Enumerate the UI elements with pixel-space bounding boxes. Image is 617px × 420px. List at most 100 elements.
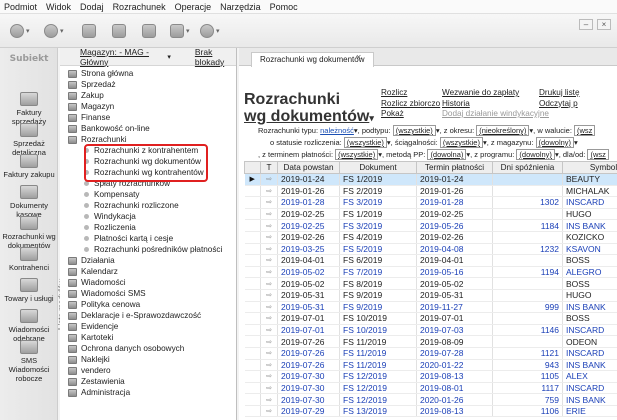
blokady-link[interactable]: Brak blokady [195, 47, 236, 67]
action-link[interactable]: Drukuj listę [539, 88, 580, 99]
table-row[interactable]: ⇨ 2019-07-30 FS 12/2019 2020-01-26 759 INS BA… [244, 393, 617, 406]
close-icon[interactable]: × [597, 19, 611, 30]
tree-item[interactable]: Polityka cenowa [68, 299, 236, 310]
table-row[interactable]: ⇨ 2019-05-31 FS 9/2019 2019-11-27 999 INS BAN… [244, 301, 617, 314]
tree-subitem[interactable]: Płatności kartą i cesje [68, 233, 236, 244]
magazyn-selector[interactable]: Magazyn: - MAG - Główny [80, 47, 163, 67]
module-button[interactable]: Towary i usługi [0, 278, 58, 303]
payment-icon[interactable] [82, 23, 96, 39]
menu-item[interactable]: Widok [46, 2, 71, 12]
filter-typ[interactable]: należność [320, 126, 354, 135]
column-header[interactable]: T [260, 161, 278, 174]
calendar-icon[interactable] [142, 23, 156, 39]
module-button[interactable]: Faktury zakupu [0, 154, 58, 179]
column-header[interactable]: Dni spóźnienia [492, 161, 563, 174]
filter-termin[interactable]: (wszystkie) [335, 149, 379, 160]
menu-item[interactable]: Operacje [175, 2, 212, 12]
column-header[interactable]: Dokument [339, 161, 417, 174]
tree-subitem[interactable]: Kompensaty [68, 189, 236, 200]
tree-item[interactable]: Wiadomości SMS [68, 288, 236, 299]
menu-item[interactable]: Dodaj [80, 2, 104, 12]
tree-item[interactable]: Wiadomości [68, 277, 236, 288]
tree-item[interactable]: Bankowość on-line [68, 123, 236, 134]
table-row[interactable]: ⇨ 2019-07-26 FS 11/2019 2019-07-28 1121 INSCA… [244, 347, 617, 360]
column-header[interactable]: Termin płatności [416, 161, 493, 174]
table-row[interactable]: ⇨ 2019-07-01 FS 10/2019 2019-07-03 1146 INSCA… [244, 324, 617, 337]
filter-metoda[interactable]: (dowolna) [427, 149, 467, 160]
column-header[interactable] [244, 161, 261, 174]
module-button[interactable]: Faktury sprzedaży [0, 92, 58, 126]
table-row[interactable]: ⇨ 2019-07-26 FS 11/2019 2020-01-22 943 INS BA… [244, 359, 617, 372]
table-row[interactable]: ⇨ 2019-04-01 FS 6/2019 2019-04-01 BOSS [244, 254, 617, 267]
table-row[interactable]: ⇨ 2019-07-26 FS 11/2019 2019-08-09 ODEON [244, 335, 617, 348]
filter-status[interactable]: (wszystkie) [343, 137, 387, 148]
tree-subitem[interactable]: Rozliczenia [68, 222, 236, 233]
table-row[interactable]: ▶ ⇨ 2019-01-24 FS 1/2019 2019-01-24 BEAUTY [244, 173, 617, 186]
tree-item[interactable]: Finanse [68, 112, 236, 123]
tree-item[interactable]: Administracja [68, 387, 236, 398]
table-row[interactable]: ⇨ 2019-05-02 FS 8/2019 2019-05-02 BOSS [244, 277, 617, 290]
filter-podtyp[interactable]: (wszystkie) [392, 125, 436, 136]
table-row[interactable]: ⇨ 2019-01-28 FS 3/2019 2019-01-28 1302 INSCAR… [244, 196, 617, 209]
menu-item[interactable]: Podmiot [4, 2, 37, 12]
close-tab-icon[interactable]: × [356, 52, 361, 62]
menu-item[interactable]: Pomoc [270, 2, 298, 12]
tree-item[interactable]: Sprzedaż [68, 79, 236, 90]
action-link[interactable]: Dodaj działanie windykacyjne [442, 109, 549, 120]
action-link[interactable]: Historia [442, 99, 549, 110]
minimize-icon[interactable]: – [579, 19, 593, 30]
filter-program[interactable]: (dowolny) [516, 149, 555, 160]
table-row[interactable]: ⇨ 2019-03-25 FS 5/2019 2019-04-08 1232 KSAVON [244, 243, 617, 256]
print-icon[interactable]: ▾ [170, 23, 190, 39]
tree-item[interactable]: Kartoteki [68, 332, 236, 343]
module-button[interactable]: Wiadomości odebrane [0, 309, 58, 343]
tree-item[interactable]: Ochrona danych osobowych [68, 343, 236, 354]
search-icon[interactable]: ▾ [200, 23, 220, 39]
column-header[interactable]: Data powstan [277, 161, 340, 174]
tree-item[interactable]: Naklejki [68, 354, 236, 365]
tree-item[interactable]: Działania [68, 255, 236, 266]
filter-okres[interactable]: (nieokreślony) [476, 125, 530, 136]
action-link[interactable]: Wezwanie do zapłaty [442, 88, 549, 99]
tree-subitem[interactable]: Rozrachunki rozliczone [68, 200, 236, 211]
action-link[interactable]: Rozlicz [381, 88, 440, 99]
tree-item[interactable]: vendero [68, 365, 236, 376]
filter-dla-od[interactable]: (wsz [587, 149, 609, 160]
filter-sciagalnosc[interactable]: (wszystkie) [439, 137, 483, 148]
module-button[interactable]: Kontrahenci [0, 247, 58, 272]
tree-item[interactable]: Deklaracje i e-Sprawozdawczość [68, 310, 236, 321]
new-document-icon[interactable]: ▾ [10, 23, 30, 39]
module-button[interactable]: Dokumenty kasowe [0, 185, 58, 219]
table-row[interactable]: ⇨ 2019-05-02 FS 7/2019 2019-05-16 1194 ALEGRO [244, 266, 617, 279]
filter-waluta[interactable]: (wsz [574, 125, 596, 136]
filter-magazyn[interactable]: (dowolny) [535, 137, 575, 148]
tree-subitem[interactable]: Windykacja [68, 211, 236, 222]
module-button[interactable]: Sprzedaż detaliczna [0, 123, 58, 157]
table-row[interactable]: ⇨ 2019-02-26 FS 4/2019 2019-02-26 KOZICKO [244, 231, 617, 244]
column-header[interactable]: Symbol [562, 161, 617, 174]
table-row[interactable]: ⇨ 2019-02-25 FS 3/2019 2019-05-26 1184 INS BA… [244, 219, 617, 232]
menu-item[interactable]: Rozrachunek [113, 2, 166, 12]
title-line-2[interactable]: wg dokumentów [244, 108, 369, 125]
action-link[interactable]: Pokaż [381, 109, 440, 120]
tree-subitem[interactable]: Rozrachunki pośredników płatności [68, 244, 236, 255]
tree-item[interactable]: Ewidencje [68, 321, 236, 332]
action-link[interactable]: Odczytaj p [539, 99, 580, 110]
table-row[interactable]: ⇨ 2019-02-25 FS 1/2019 2019-02-25 HUGO [244, 208, 617, 221]
cash-icon[interactable] [112, 23, 126, 39]
table-row[interactable]: ⇨ 2019-07-30 FS 12/2019 2019-08-01 1117 INSCA… [244, 382, 617, 395]
tree-item[interactable]: Strona główna [68, 68, 236, 79]
open-folder-icon[interactable]: ▾ [44, 23, 64, 39]
module-button[interactable]: Rozrachunki wg dokumentów [0, 216, 58, 250]
tree-item[interactable]: Zakup [68, 90, 236, 101]
table-row[interactable]: ⇨ 2019-05-31 FS 9/2019 2019-05-31 HUGO [244, 289, 617, 302]
tree-item[interactable]: Zestawienia [68, 376, 236, 387]
table-row[interactable]: ⇨ 2019-07-29 FS 13/2019 2019-08-13 1106 ERIE [244, 405, 617, 418]
table-row[interactable]: ⇨ 2019-07-01 FS 10/2019 2019-07-01 BOSS [244, 312, 617, 325]
table-row[interactable]: ⇨ 2019-01-26 FS 2/2019 2019-01-26 MICHALAK [244, 185, 617, 198]
table-row[interactable]: ⇨ 2019-07-30 FS 12/2019 2019-08-13 1105 ALEX [244, 370, 617, 383]
action-link[interactable]: Rozlicz zbiorczo [381, 99, 440, 110]
menu-item[interactable]: Narzędzia [220, 2, 261, 12]
module-button[interactable]: SMS Wiadomości robocze [0, 340, 58, 383]
tree-item[interactable]: Magazyn [68, 101, 236, 112]
